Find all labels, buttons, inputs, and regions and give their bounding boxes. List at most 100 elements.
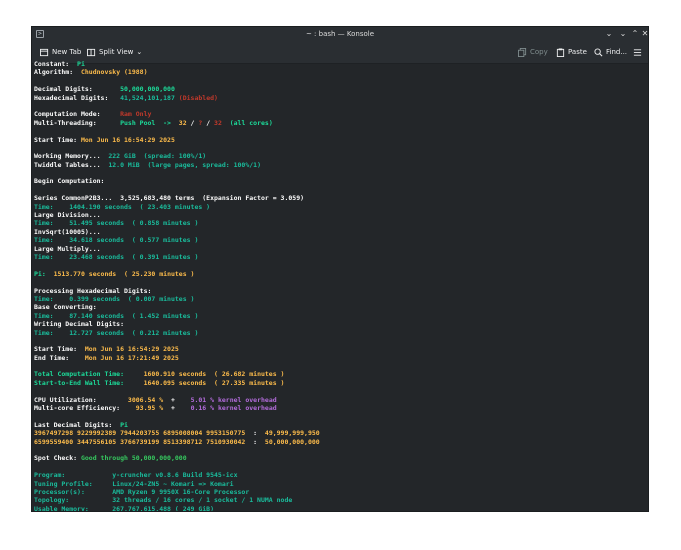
terminal-text: (all cores) xyxy=(221,118,273,127)
scrollbar[interactable] xyxy=(640,101,644,511)
terminal-text: Begin Computation: xyxy=(34,177,105,186)
terminal-text: Processor(s): AMD Ryzen 9 9950X 16-Core … xyxy=(34,487,250,496)
copy-button[interactable]: Copy xyxy=(518,45,548,59)
terminal-text: Working Memory... xyxy=(34,152,109,161)
terminal-text: : xyxy=(253,437,265,446)
terminal-text: : xyxy=(253,429,265,438)
find-label: Find... xyxy=(606,48,628,56)
terminal-line: Last Decimal Digits: Pi xyxy=(34,421,320,429)
terminal-text: Mon Jun 16 16:54:29 2025 xyxy=(80,135,175,144)
paste-button[interactable]: Paste xyxy=(556,45,587,59)
split-view-button[interactable]: Split View ⌄ xyxy=(87,45,142,59)
terminal-text: End Time: xyxy=(34,353,85,362)
window-title: ~ : bash — Konsole xyxy=(305,30,375,38)
terminal-line: Processor(s): AMD Ryzen 9 9950X 16-Core … xyxy=(34,488,320,496)
terminal-line: Time: 0.399 seconds ( 0.007 minutes ) xyxy=(34,295,320,303)
copy-icon xyxy=(518,47,527,57)
terminal-text: Multi-core Efficiency: xyxy=(34,404,136,413)
terminal-text: Time: 12.727 seconds ( 0.212 minutes ) xyxy=(34,328,199,337)
terminal-text: Spot Check: xyxy=(34,454,81,463)
terminal-line: InvSqrt(10005)... xyxy=(34,228,320,236)
terminal-text: Large Multiply... xyxy=(34,244,101,253)
konsole-window: > ~ : bash — Konsole ⌄ ⌄ ⌃ ✕ New Tab Spl… xyxy=(31,26,649,512)
terminal-text: Time: 0.399 seconds ( 0.007 minutes ) xyxy=(34,294,195,303)
terminal-line: Hexadecimal Digits: 41,524,101,187 (Disa… xyxy=(34,94,320,102)
minimize-icon[interactable]: ⌄ xyxy=(618,29,628,39)
copy-label: Copy xyxy=(530,48,548,56)
terminal-text: Pi xyxy=(120,420,128,429)
terminal-line: Time: 87.140 seconds ( 1.452 minutes ) xyxy=(34,312,320,320)
new-tab-button[interactable]: New Tab xyxy=(40,45,81,59)
terminal-text: CPU Utilization: xyxy=(34,395,128,404)
terminal-text: Start-to-End Wall Time: xyxy=(34,378,144,387)
hamburger-menu-icon xyxy=(633,48,642,56)
terminal-text: Chudnovsky (1988) xyxy=(80,68,148,77)
terminal-line: Program: y-cruncher v0.8.6 Build 9545-ic… xyxy=(34,471,320,479)
terminal-line: Tuning Profile: Linux/24-ZN5 ~ Komari =>… xyxy=(34,480,320,488)
terminal-text: Last Decimal Digits: xyxy=(34,420,121,429)
terminal-line: Start-to-End Wall Time: 1640.095 seconds… xyxy=(34,379,320,387)
terminal-text: Base Converting: xyxy=(34,303,97,312)
terminal-output: Constant: Pi Algorithm: Chudnovsky (1988)… xyxy=(34,60,320,511)
terminal-line: CPU Utilization: 3006.54 % + 5.01 % kern… xyxy=(34,396,320,404)
find-button[interactable]: Find... xyxy=(594,45,627,59)
maximize-icon[interactable]: ⌃ xyxy=(630,29,640,39)
terminal-text: Pi xyxy=(77,60,85,68)
terminal-text: 6599559400 3447556105 3766739199 8513398… xyxy=(34,437,254,446)
paste-icon xyxy=(556,47,565,57)
terminal-text: Topology: 32 threads / 16 cores / 1 sock… xyxy=(34,496,293,505)
terminal-line: Spot Check: Good through 50,000,000,000 xyxy=(34,454,320,462)
terminal-line: Processing Hexadecimal Digits: xyxy=(34,287,320,295)
terminal-text: 1640.095 seconds ( 27.335 minutes ) xyxy=(143,378,285,387)
terminal-text: + xyxy=(163,395,191,404)
terminal-text: Ram Only xyxy=(120,110,152,119)
terminal-text: Writing Decimal Digits: xyxy=(34,320,125,329)
terminal-text: Large Division... xyxy=(34,211,101,220)
terminal-text: Time: 1404.190 seconds ( 23.403 minutes … xyxy=(34,202,211,211)
terminal-line: Start Time: Mon Jun 16 16:54:29 2025 xyxy=(34,136,320,144)
hamburger-menu-button[interactable] xyxy=(633,45,642,59)
title-bar[interactable]: > ~ : bash — Konsole ⌄ ⌄ ⌃ ✕ xyxy=(32,27,648,41)
new-tab-label: New Tab xyxy=(52,48,82,56)
terminal-line: Algorithm: Chudnovsky (1988) xyxy=(34,68,320,76)
terminal-text: Start Time: xyxy=(34,345,85,354)
terminal-line: Time: 1404.190 seconds ( 23.403 minutes … xyxy=(34,203,320,211)
terminal-text: InvSqrt(10005)... xyxy=(34,227,101,236)
terminal-text: 222 GiB (spread: 100%/1) xyxy=(108,152,207,161)
terminal-text: 1513.770 seconds ( 25.230 minutes ) xyxy=(53,269,195,278)
terminal-line: Writing Decimal Digits: xyxy=(34,320,320,328)
terminal-text: 12.0 MiB (large pages, spread: 100%/1) xyxy=(108,160,261,169)
terminal-line: Begin Computation: xyxy=(34,177,320,185)
close-icon[interactable]: ✕ xyxy=(640,29,648,39)
terminal-text: 32 xyxy=(178,118,187,127)
terminal-line: Base Converting: xyxy=(34,303,320,311)
terminal-text: 1600.910 seconds ( 26.682 minutes ) xyxy=(143,370,285,379)
terminal-text: (Disabled) xyxy=(178,93,218,102)
chevron-down-icon[interactable]: ⌄ xyxy=(136,45,142,59)
terminal-text: / xyxy=(202,118,215,127)
terminal-line: Working Memory... 222 GiB (spread: 100%/… xyxy=(34,152,320,160)
split-view-label: Split View xyxy=(99,48,134,56)
terminal-line: Large Multiply... xyxy=(34,245,320,253)
terminal-line: Series CommonP2B3... 3,525,683,480 terms… xyxy=(34,194,320,202)
terminal-text: Pi: xyxy=(34,269,54,278)
terminal-line: Multi-Threading: Push Pool -> 32 / ? / 3… xyxy=(34,119,320,127)
terminal-line: 3967497298 9229992389 7944203755 6895008… xyxy=(34,429,320,437)
chevron-down-icon[interactable]: ⌄ xyxy=(604,29,614,39)
terminal-line: Time: 51.495 seconds ( 0.858 minutes ) xyxy=(34,219,320,227)
terminal-text: 3967497298 9229992389 7944203755 6895008… xyxy=(34,429,254,438)
terminal-text: Time: 87.140 seconds ( 1.452 minutes ) xyxy=(34,311,199,320)
terminal-line: Start Time: Mon Jun 16 16:54:29 2025 xyxy=(34,345,320,353)
terminal-text: Start Time: xyxy=(34,135,81,144)
terminal-text: Total Computation Time: xyxy=(34,370,144,379)
